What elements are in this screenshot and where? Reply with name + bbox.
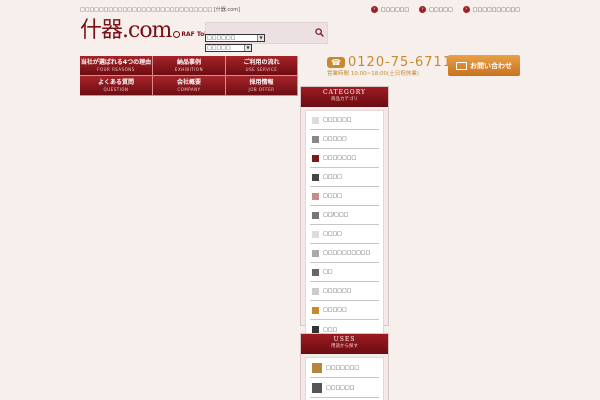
search-icon[interactable] xyxy=(315,28,324,37)
nav-company[interactable]: 会社概要 COMPANY xyxy=(153,76,226,96)
category-thumbnail-icon xyxy=(312,287,319,295)
category-item-label: □□□□ xyxy=(323,231,342,237)
phone-number[interactable]: 0120-75-6711 xyxy=(348,55,452,70)
category-thumbnail-icon xyxy=(312,230,319,238)
toplink-1[interactable]: › □□□□□□ xyxy=(370,6,409,13)
category-item-label: □□□□□ xyxy=(323,307,347,313)
site-tagline: □□□□□□□□□□□□□□□□□□□□□□□□□□□□ [什器.com] xyxy=(80,7,241,13)
category-select[interactable]: □□□□□□ ▼ xyxy=(205,34,265,42)
sort-select[interactable]: □□□□□ ▼ xyxy=(205,44,252,52)
category-item-label: □□□□□□□□□□ xyxy=(323,250,371,256)
category-item-label: □□/□□□ xyxy=(323,212,349,218)
chevron-down-icon: ▼ xyxy=(257,35,264,41)
uses-item[interactable]: □□□□□□ xyxy=(310,378,379,398)
category-item[interactable]: □□□□□ xyxy=(310,130,379,149)
phone-icon: ☎ xyxy=(327,57,345,68)
category-item-label: □□ xyxy=(323,269,333,275)
category-item[interactable]: □□□□□□□ xyxy=(310,149,379,168)
site-logo[interactable]: 什器.com RAF Tokyo xyxy=(80,18,216,44)
nav-exhibition[interactable]: 納品事例 EXHIBITION xyxy=(153,56,226,76)
uses-item[interactable]: □□□□□□□ xyxy=(310,358,379,378)
toplink-2[interactable]: › □□□□□ xyxy=(419,6,453,13)
uses-panel: USES 用途から探す □□□□□□□□□□□□□□□□□□ xyxy=(300,333,389,400)
category-thumbnail-icon xyxy=(312,154,319,162)
category-thumbnail-icon xyxy=(312,211,319,219)
uses-list: □□□□□□□□□□□□□□□□□□ xyxy=(305,357,384,400)
category-thumbnail-icon xyxy=(312,268,319,276)
category-thumbnail-icon xyxy=(312,135,319,143)
category-thumbnail-icon xyxy=(312,249,319,257)
logo-text: 什器.com xyxy=(80,18,172,43)
category-thumbnail-icon xyxy=(312,192,319,200)
uses-item-label: □□□□□□□ xyxy=(326,364,360,371)
uses-thumbnail-icon xyxy=(312,362,322,373)
arrow-icon: › xyxy=(462,6,470,13)
category-thumbnail-icon xyxy=(312,326,319,333)
top-links: › □□□□□□ › □□□□□ › □□□□□□□□□□ xyxy=(370,6,520,13)
category-header: CATEGORY 商品カテゴリ xyxy=(301,87,388,107)
nav-question[interactable]: よくある質問 QUESTION xyxy=(80,76,153,96)
uses-thumbnail-icon xyxy=(312,382,322,393)
uses-item-label: □□□□□□ xyxy=(326,384,355,391)
category-item[interactable]: □□□□□□ xyxy=(310,111,379,130)
category-item-label: □□□□ xyxy=(323,193,342,199)
nav-use-service[interactable]: ご利用の流れ USE SERVICE xyxy=(226,56,298,76)
category-item-label: □□□□ xyxy=(323,174,342,180)
category-item[interactable]: □□□□□□□□□□ xyxy=(310,244,379,263)
nav-job-offer[interactable]: 採用情報 JOB OFFER xyxy=(226,76,298,96)
chevron-down-icon: ▼ xyxy=(244,45,251,51)
category-item-label: □□□□□□ xyxy=(323,288,352,294)
category-thumbnail-icon xyxy=(312,116,319,124)
mail-icon xyxy=(456,61,467,70)
category-item[interactable]: □□□□□ xyxy=(310,301,379,320)
arrow-icon: › xyxy=(419,6,427,13)
category-item[interactable]: □□/□□□ xyxy=(310,206,379,225)
category-thumbnail-icon xyxy=(312,306,319,314)
category-panel: CATEGORY 商品カテゴリ □□□□□□ □□□□□ □□□□□□□ □□□□ □□… xyxy=(300,86,389,340)
category-item-label: □□□□□□□ xyxy=(323,155,357,161)
phone-block: ☎ 0120-75-6711 xyxy=(327,55,452,70)
category-item[interactable]: □□□□ xyxy=(310,168,379,187)
swirl-icon xyxy=(173,31,181,38)
contact-button[interactable]: お問い合わせ xyxy=(448,55,520,76)
nav-reasons[interactable]: 当社が選ばれる4つの理由 FOUR REASONS xyxy=(80,56,153,76)
business-hours: 営業時間 10:00~18:00(土日祝休業) xyxy=(327,71,419,77)
category-item[interactable]: □□□□□□ xyxy=(310,282,379,301)
category-list: □□□□□□ □□□□□ □□□□□□□ □□□□ □□□□ □□/□□□ □□□□ □□□□… xyxy=(305,110,384,340)
category-item[interactable]: □□□□ xyxy=(310,225,379,244)
category-item-label: □□□□□□ xyxy=(323,117,352,123)
main-nav: 当社が選ばれる4つの理由 FOUR REASONS 納品事例 EXHIBITION … xyxy=(80,56,298,96)
category-item-label: □□□ xyxy=(323,326,338,333)
arrow-icon: › xyxy=(370,6,378,13)
uses-header: USES 用途から探す xyxy=(301,334,388,354)
category-thumbnail-icon xyxy=(312,173,319,181)
category-item[interactable]: □□ xyxy=(310,263,379,282)
toplink-3[interactable]: › □□□□□□□□□□ xyxy=(462,6,520,13)
category-item[interactable]: □□□□ xyxy=(310,187,379,206)
category-item-label: □□□□□ xyxy=(323,136,347,142)
